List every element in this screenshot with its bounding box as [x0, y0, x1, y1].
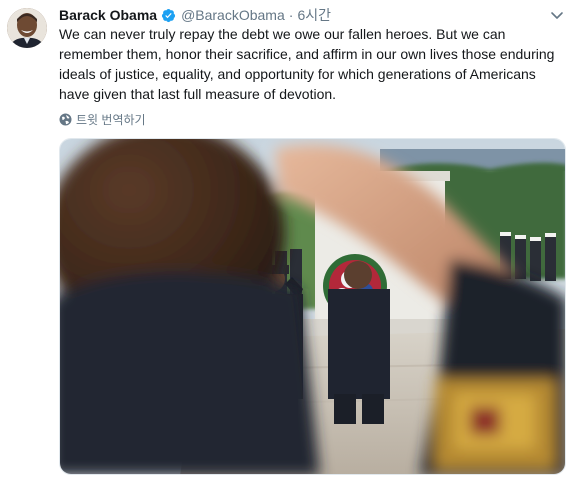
chevron-down-icon[interactable]	[547, 6, 567, 26]
globe-icon	[59, 113, 72, 126]
verified-badge-icon	[161, 8, 176, 23]
avatar[interactable]	[7, 8, 47, 48]
author-handle[interactable]: @BarackObama	[181, 6, 285, 24]
tweet-header: Barack Obama @BarackObama · 6시간	[59, 6, 331, 24]
timestamp[interactable]: 6시간	[297, 6, 331, 24]
tweet[interactable]: Barack Obama @BarackObama · 6시간 We can n…	[0, 0, 582, 491]
photo-saluting-soldier-wreath-ceremony	[60, 139, 565, 474]
tweet-photo[interactable]	[59, 138, 566, 475]
translate-tweet-link[interactable]: 트윗 번역하기	[59, 110, 146, 128]
tweet-text: We can never truly repay the debt we owe…	[59, 26, 555, 102]
translate-label: 트윗 번역하기	[76, 112, 146, 127]
separator: ·	[288, 7, 294, 23]
author-name[interactable]: Barack Obama	[59, 6, 157, 24]
